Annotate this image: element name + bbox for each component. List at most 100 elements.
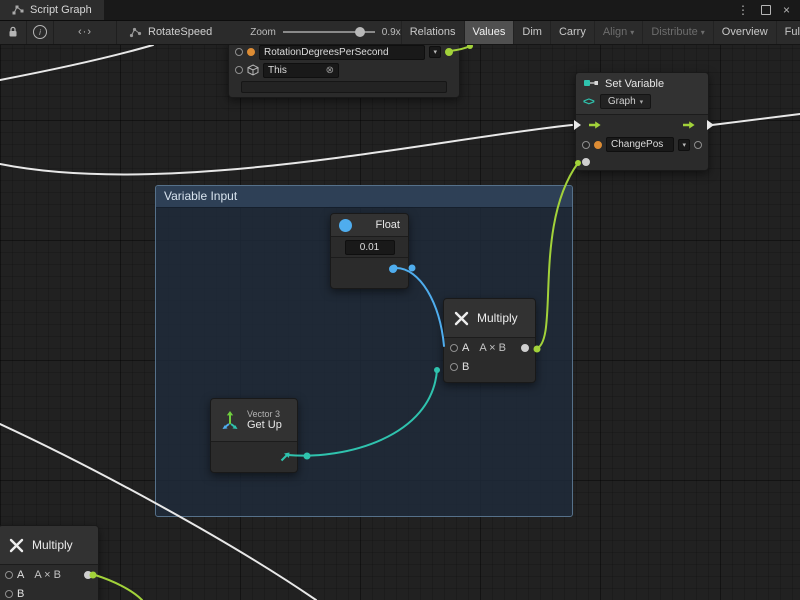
toolbar-buttons: Relations Values Dim Carry Align ▾ Distr… <box>401 20 800 44</box>
target-label: This <box>268 65 287 76</box>
fullscreen-button[interactable]: Full Screen <box>776 20 800 44</box>
maximize-icon[interactable] <box>761 5 771 15</box>
variable-dropdown-caret[interactable]: ▾ <box>678 139 690 151</box>
vector3-icon <box>220 410 240 430</box>
zoom-slider-handle[interactable] <box>355 27 365 37</box>
graph-asset[interactable]: RotateSpeed <box>117 26 224 38</box>
flow-out-port[interactable] <box>707 120 714 130</box>
chevron-down-icon: ▾ <box>640 98 644 106</box>
node-body <box>331 258 408 288</box>
node-title: Set Variable <box>605 78 664 90</box>
scope-label: Graph <box>608 96 636 107</box>
tab-title: Script Graph <box>30 4 92 16</box>
output-port[interactable] <box>694 141 702 149</box>
node-title-row: Set Variable <box>583 78 701 90</box>
port-row-a: A A × B <box>0 565 98 584</box>
flow-row <box>576 115 708 135</box>
menu-icon[interactable]: ⋮ <box>737 4 749 16</box>
output-port-result[interactable] <box>84 571 92 579</box>
float-value-field[interactable]: 0.01 <box>345 240 395 255</box>
output-port-result[interactable] <box>521 344 529 352</box>
multiply-icon <box>8 537 25 554</box>
lock-toggle[interactable] <box>0 20 27 44</box>
port-a-label: A <box>462 342 469 354</box>
flow-in-port[interactable] <box>574 120 581 130</box>
inspect-icon: ‹·› <box>78 26 92 38</box>
float-output-port[interactable] <box>389 265 397 273</box>
values-button[interactable]: Values <box>464 20 514 44</box>
node-title: Multiply <box>477 311 518 325</box>
variable-dropdown-caret[interactable]: ▾ <box>429 46 441 58</box>
node-float[interactable]: Float 0.01 <box>330 213 409 289</box>
window-controls: ⋮ × <box>737 4 800 16</box>
variable-type-dot <box>594 141 602 149</box>
info-toggle[interactable]: i <box>27 20 54 44</box>
chevron-down-icon: ▾ <box>630 28 634 37</box>
inspect-toggle[interactable]: ‹·› <box>54 20 117 44</box>
node-vector3-get-up[interactable]: Vector 3 Get Up <box>210 398 298 473</box>
flow-arrow-in-icon <box>588 120 602 130</box>
node-header: Vector 3 Get Up <box>211 399 297 442</box>
node-header: Float <box>331 214 408 237</box>
carry-button[interactable]: Carry <box>550 20 594 44</box>
port-row-b: B <box>0 584 98 600</box>
dim-button[interactable]: Dim <box>513 20 550 44</box>
output-port[interactable] <box>445 48 453 56</box>
node-multiply[interactable]: Multiply A A × B B <box>443 298 536 383</box>
variable-input-port[interactable] <box>582 141 590 149</box>
value-row <box>576 154 708 170</box>
port-result-label: A × B <box>479 342 506 354</box>
relations-button[interactable]: Relations <box>401 20 464 44</box>
input-port-b[interactable] <box>450 363 458 371</box>
self-target-icon: ⊗ <box>326 65 334 76</box>
flow-arrow-out-icon <box>682 120 696 130</box>
variable-name-row: RotationDegreesPerSecond ▾ <box>229 43 459 61</box>
target-row: This ⊗ <box>229 61 459 79</box>
node-type-label: Vector 3 <box>247 409 282 419</box>
distribute-button[interactable]: Distribute ▾ <box>642 20 712 44</box>
port-b-label: B <box>462 361 469 373</box>
close-icon[interactable]: × <box>783 4 790 16</box>
node-header: Multiply <box>0 526 98 565</box>
button-label: Distribute <box>651 26 697 38</box>
node-multiply-2[interactable]: Multiply A A × B B <box>0 525 99 600</box>
graph-asset-name: RotateSpeed <box>148 26 212 38</box>
node-body <box>211 442 297 472</box>
zoom-slider[interactable] <box>283 26 375 38</box>
lock-icon <box>8 26 18 38</box>
value-input-port[interactable] <box>582 158 590 166</box>
scope-dropdown[interactable]: Graph ▾ <box>600 94 651 109</box>
node-title-stack: Vector 3 Get Up <box>247 409 282 432</box>
target-input-port[interactable] <box>235 66 243 74</box>
input-port-b[interactable] <box>5 590 13 598</box>
node-header: Multiply <box>444 299 535 338</box>
node-set-variable[interactable]: Set Variable <> Graph ▾ ChangePos <box>575 72 709 171</box>
zoom-value: 0.9x <box>382 27 401 38</box>
set-variable-icon <box>583 78 599 90</box>
port-result-label: A × B <box>34 569 61 581</box>
align-button[interactable]: Align ▾ <box>594 20 642 44</box>
node-header: Set Variable <> Graph ▾ <box>576 73 708 115</box>
overview-button[interactable]: Overview <box>713 20 776 44</box>
input-port-a[interactable] <box>5 571 13 579</box>
input-port-a[interactable] <box>450 344 458 352</box>
variable-name-field[interactable]: RotationDegreesPerSecond <box>259 45 425 60</box>
node-title: Float <box>376 219 400 231</box>
port-b-label: B <box>17 588 24 600</box>
input-port[interactable] <box>235 48 243 56</box>
tab-script-graph[interactable]: Script Graph <box>0 0 104 20</box>
zoom-control: Zoom 0.9x <box>250 26 400 38</box>
variable-row: ChangePos ▾ <box>576 135 708 154</box>
group-title[interactable]: Variable Input <box>156 186 572 208</box>
script-graph-icon <box>12 5 24 15</box>
target-field[interactable]: This ⊗ <box>263 63 339 78</box>
graph-toolbar: i ‹·› RotateSpeed Zoom 0.9x Relations Va… <box>0 20 800 45</box>
variable-type-dot <box>247 48 255 56</box>
multiply-icon <box>453 310 470 327</box>
port-row-b: B <box>444 357 535 376</box>
vector3-output-port[interactable] <box>279 450 292 463</box>
node-get-variable[interactable]: RotationDegreesPerSecond ▾ This ⊗ <box>228 42 460 98</box>
node-title: Multiply <box>32 538 73 552</box>
variable-name-field[interactable]: ChangePos <box>606 137 674 152</box>
value-row: 0.01 <box>331 237 408 258</box>
